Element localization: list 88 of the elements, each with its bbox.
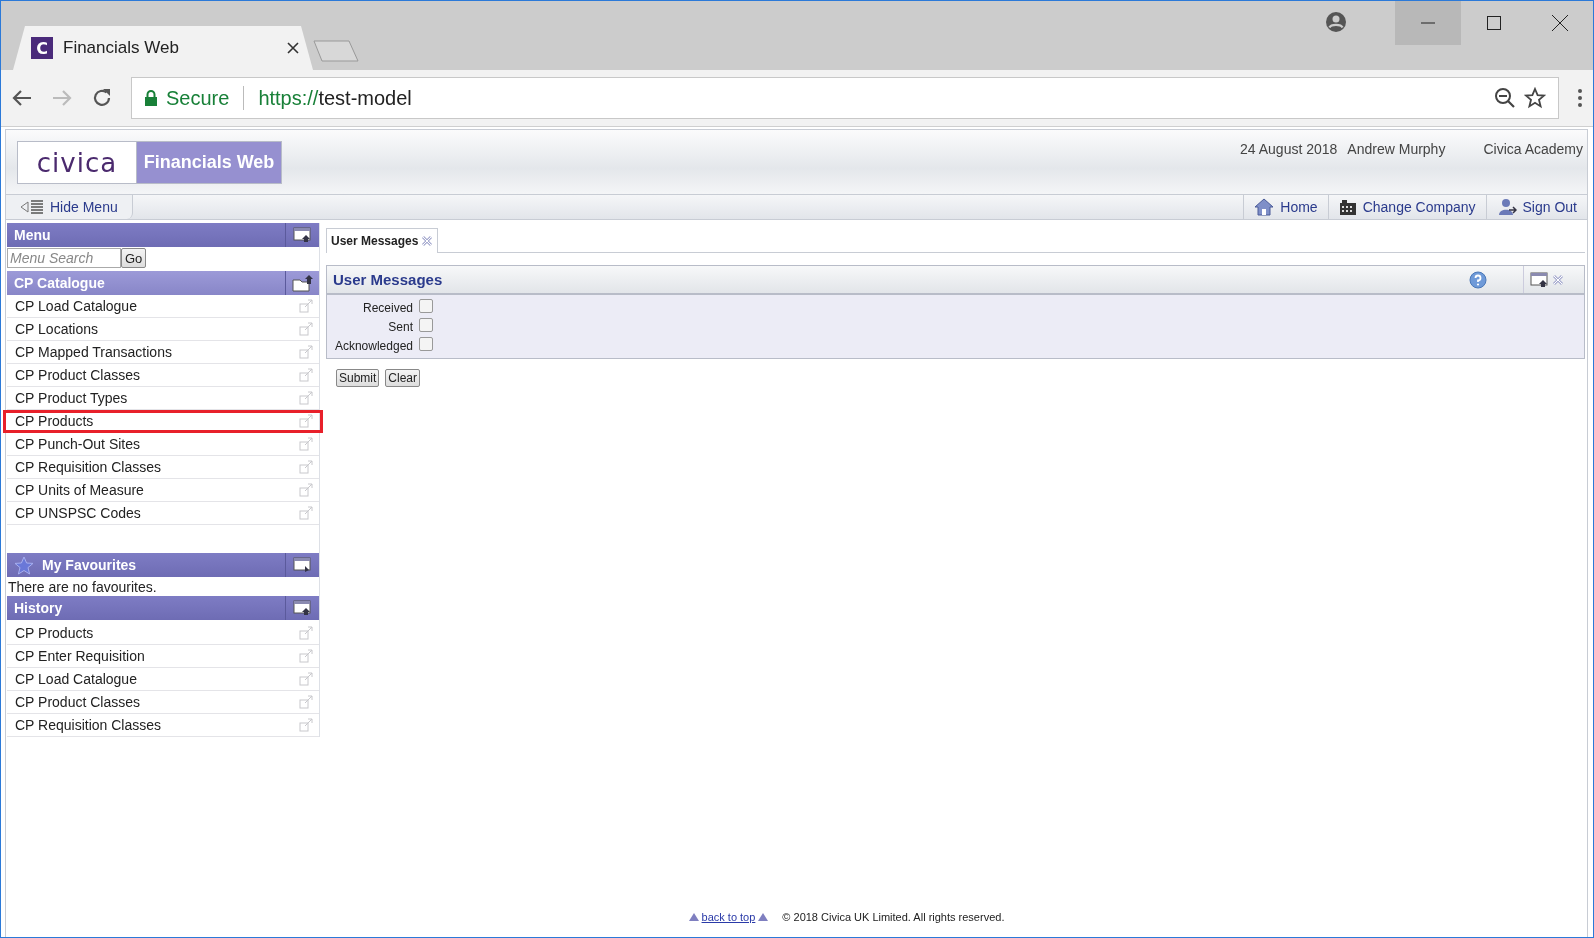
- up-triangle-icon: [758, 913, 769, 921]
- app-favicon: C: [31, 37, 53, 59]
- page-tab[interactable]: User Messages: [326, 228, 439, 253]
- toolbar-link[interactable]: Sign Out: [1485, 195, 1587, 219]
- section-title: My Favourites: [42, 557, 137, 573]
- external-link-icon[interactable]: [299, 299, 313, 313]
- section-title: CP Catalogue: [13, 275, 106, 291]
- menu-item[interactable]: CP UNSPSC Codes: [7, 502, 319, 525]
- section-title: History: [13, 600, 64, 616]
- panel-icon[interactable]: [292, 227, 313, 243]
- panel-title: User Messages: [332, 271, 444, 288]
- menu-item[interactable]: CP Products: [7, 622, 319, 645]
- reload-icon[interactable]: [91, 87, 113, 109]
- user-exit-icon: [1496, 198, 1517, 216]
- external-link-icon[interactable]: [299, 391, 313, 405]
- empty-message: There are no favourites.: [7, 578, 158, 596]
- menu-search-field[interactable]: Menu Search: [7, 248, 121, 268]
- external-link-icon[interactable]: [299, 460, 313, 474]
- menu-item[interactable]: CP Mapped Transactions: [7, 341, 319, 364]
- home-icon: [1254, 198, 1275, 216]
- app-name: Financials Web: [137, 141, 282, 184]
- up-triangle-icon: [688, 913, 699, 921]
- filter-label: Sent: [387, 319, 413, 334]
- menu-item[interactable]: CP Products: [3, 410, 323, 433]
- checkbox[interactable]: [419, 299, 433, 313]
- checkbox[interactable]: [419, 318, 433, 332]
- menu-item[interactable]: CP Requisition Classes: [7, 456, 319, 479]
- external-link-icon[interactable]: [299, 718, 313, 732]
- hide-menu-button[interactable]: Hide Menu: [6, 195, 133, 219]
- user-name: Andrew Murphy: [1347, 141, 1446, 157]
- go-button[interactable]: Go: [121, 248, 147, 268]
- toolbar-link[interactable]: Home: [1243, 195, 1328, 219]
- maximize-icon: [1487, 16, 1501, 30]
- date-text: 24 August 2018: [1240, 141, 1338, 157]
- panel-icon[interactable]: [292, 600, 313, 616]
- tab-title: Financials Web: [63, 38, 180, 58]
- external-link-icon[interactable]: [299, 506, 313, 520]
- external-link-icon[interactable]: [299, 483, 313, 497]
- external-link-icon[interactable]: [299, 322, 313, 336]
- star-icon: [14, 555, 34, 575]
- form-button[interactable]: Clear: [385, 369, 421, 387]
- external-link-icon[interactable]: [299, 695, 313, 709]
- external-link-icon[interactable]: [299, 345, 313, 359]
- menu-icon[interactable]: [1577, 87, 1583, 109]
- close-icon[interactable]: [287, 42, 299, 54]
- building-icon: [1338, 198, 1357, 216]
- section-title: Menu: [13, 227, 52, 243]
- filter-label: Acknowledged: [333, 338, 413, 353]
- form-button[interactable]: Submit: [336, 369, 380, 387]
- external-link-icon[interactable]: [299, 414, 313, 428]
- close-icon: [1552, 15, 1568, 31]
- collapse-menu-icon: [20, 200, 44, 214]
- security-label: Secure: [166, 86, 230, 110]
- zoom-out-icon[interactable]: [1494, 87, 1516, 109]
- menu-item[interactable]: CP Locations: [7, 318, 319, 341]
- organisation-name: Civica Academy: [1483, 141, 1583, 157]
- toolbar-link[interactable]: Change Company: [1327, 195, 1486, 219]
- lock-icon: [144, 89, 158, 107]
- menu-item[interactable]: CP Load Catalogue: [7, 295, 319, 318]
- menu-item[interactable]: CP Requisition Classes: [7, 714, 319, 737]
- address-bar[interactable]: Secure https://test-model: [131, 77, 1559, 119]
- civica-logo: civica: [17, 141, 137, 184]
- panel-icon[interactable]: [292, 557, 313, 573]
- menu-item[interactable]: CP Product Types: [7, 387, 319, 410]
- menu-item[interactable]: CP Punch-Out Sites: [7, 433, 319, 456]
- external-link-icon[interactable]: [299, 368, 313, 382]
- filter-label: Received: [361, 300, 413, 315]
- external-link-icon[interactable]: [299, 649, 313, 663]
- minimize-button[interactable]: [1395, 1, 1461, 45]
- help-icon[interactable]: [1469, 270, 1487, 289]
- url-text: https://test-model: [258, 86, 412, 110]
- folder-up-icon[interactable]: [291, 274, 314, 292]
- copyright-text: © 2018 Civica UK Limited. All rights reserved.: [782, 911, 1005, 923]
- external-link-icon[interactable]: [299, 437, 313, 451]
- star-icon[interactable]: [1524, 87, 1546, 109]
- menu-item[interactable]: CP Load Catalogue: [7, 668, 319, 691]
- external-link-icon[interactable]: [299, 626, 313, 640]
- menu-item[interactable]: CP Product Classes: [7, 691, 319, 714]
- back-to-top-link[interactable]: back to top: [688, 911, 769, 923]
- menu-item[interactable]: CP Units of Measure: [7, 479, 319, 502]
- external-link-icon[interactable]: [299, 672, 313, 686]
- menu-item[interactable]: CP Product Classes: [7, 364, 319, 387]
- new-tab-button[interactable]: [313, 40, 359, 62]
- profile-icon[interactable]: [1325, 11, 1347, 33]
- checkbox[interactable]: [419, 337, 433, 351]
- menu-item[interactable]: CP Enter Requisition: [7, 645, 319, 668]
- browser-tab[interactable]: C Financials Web: [13, 26, 313, 70]
- panel-icon[interactable]: [1530, 271, 1550, 288]
